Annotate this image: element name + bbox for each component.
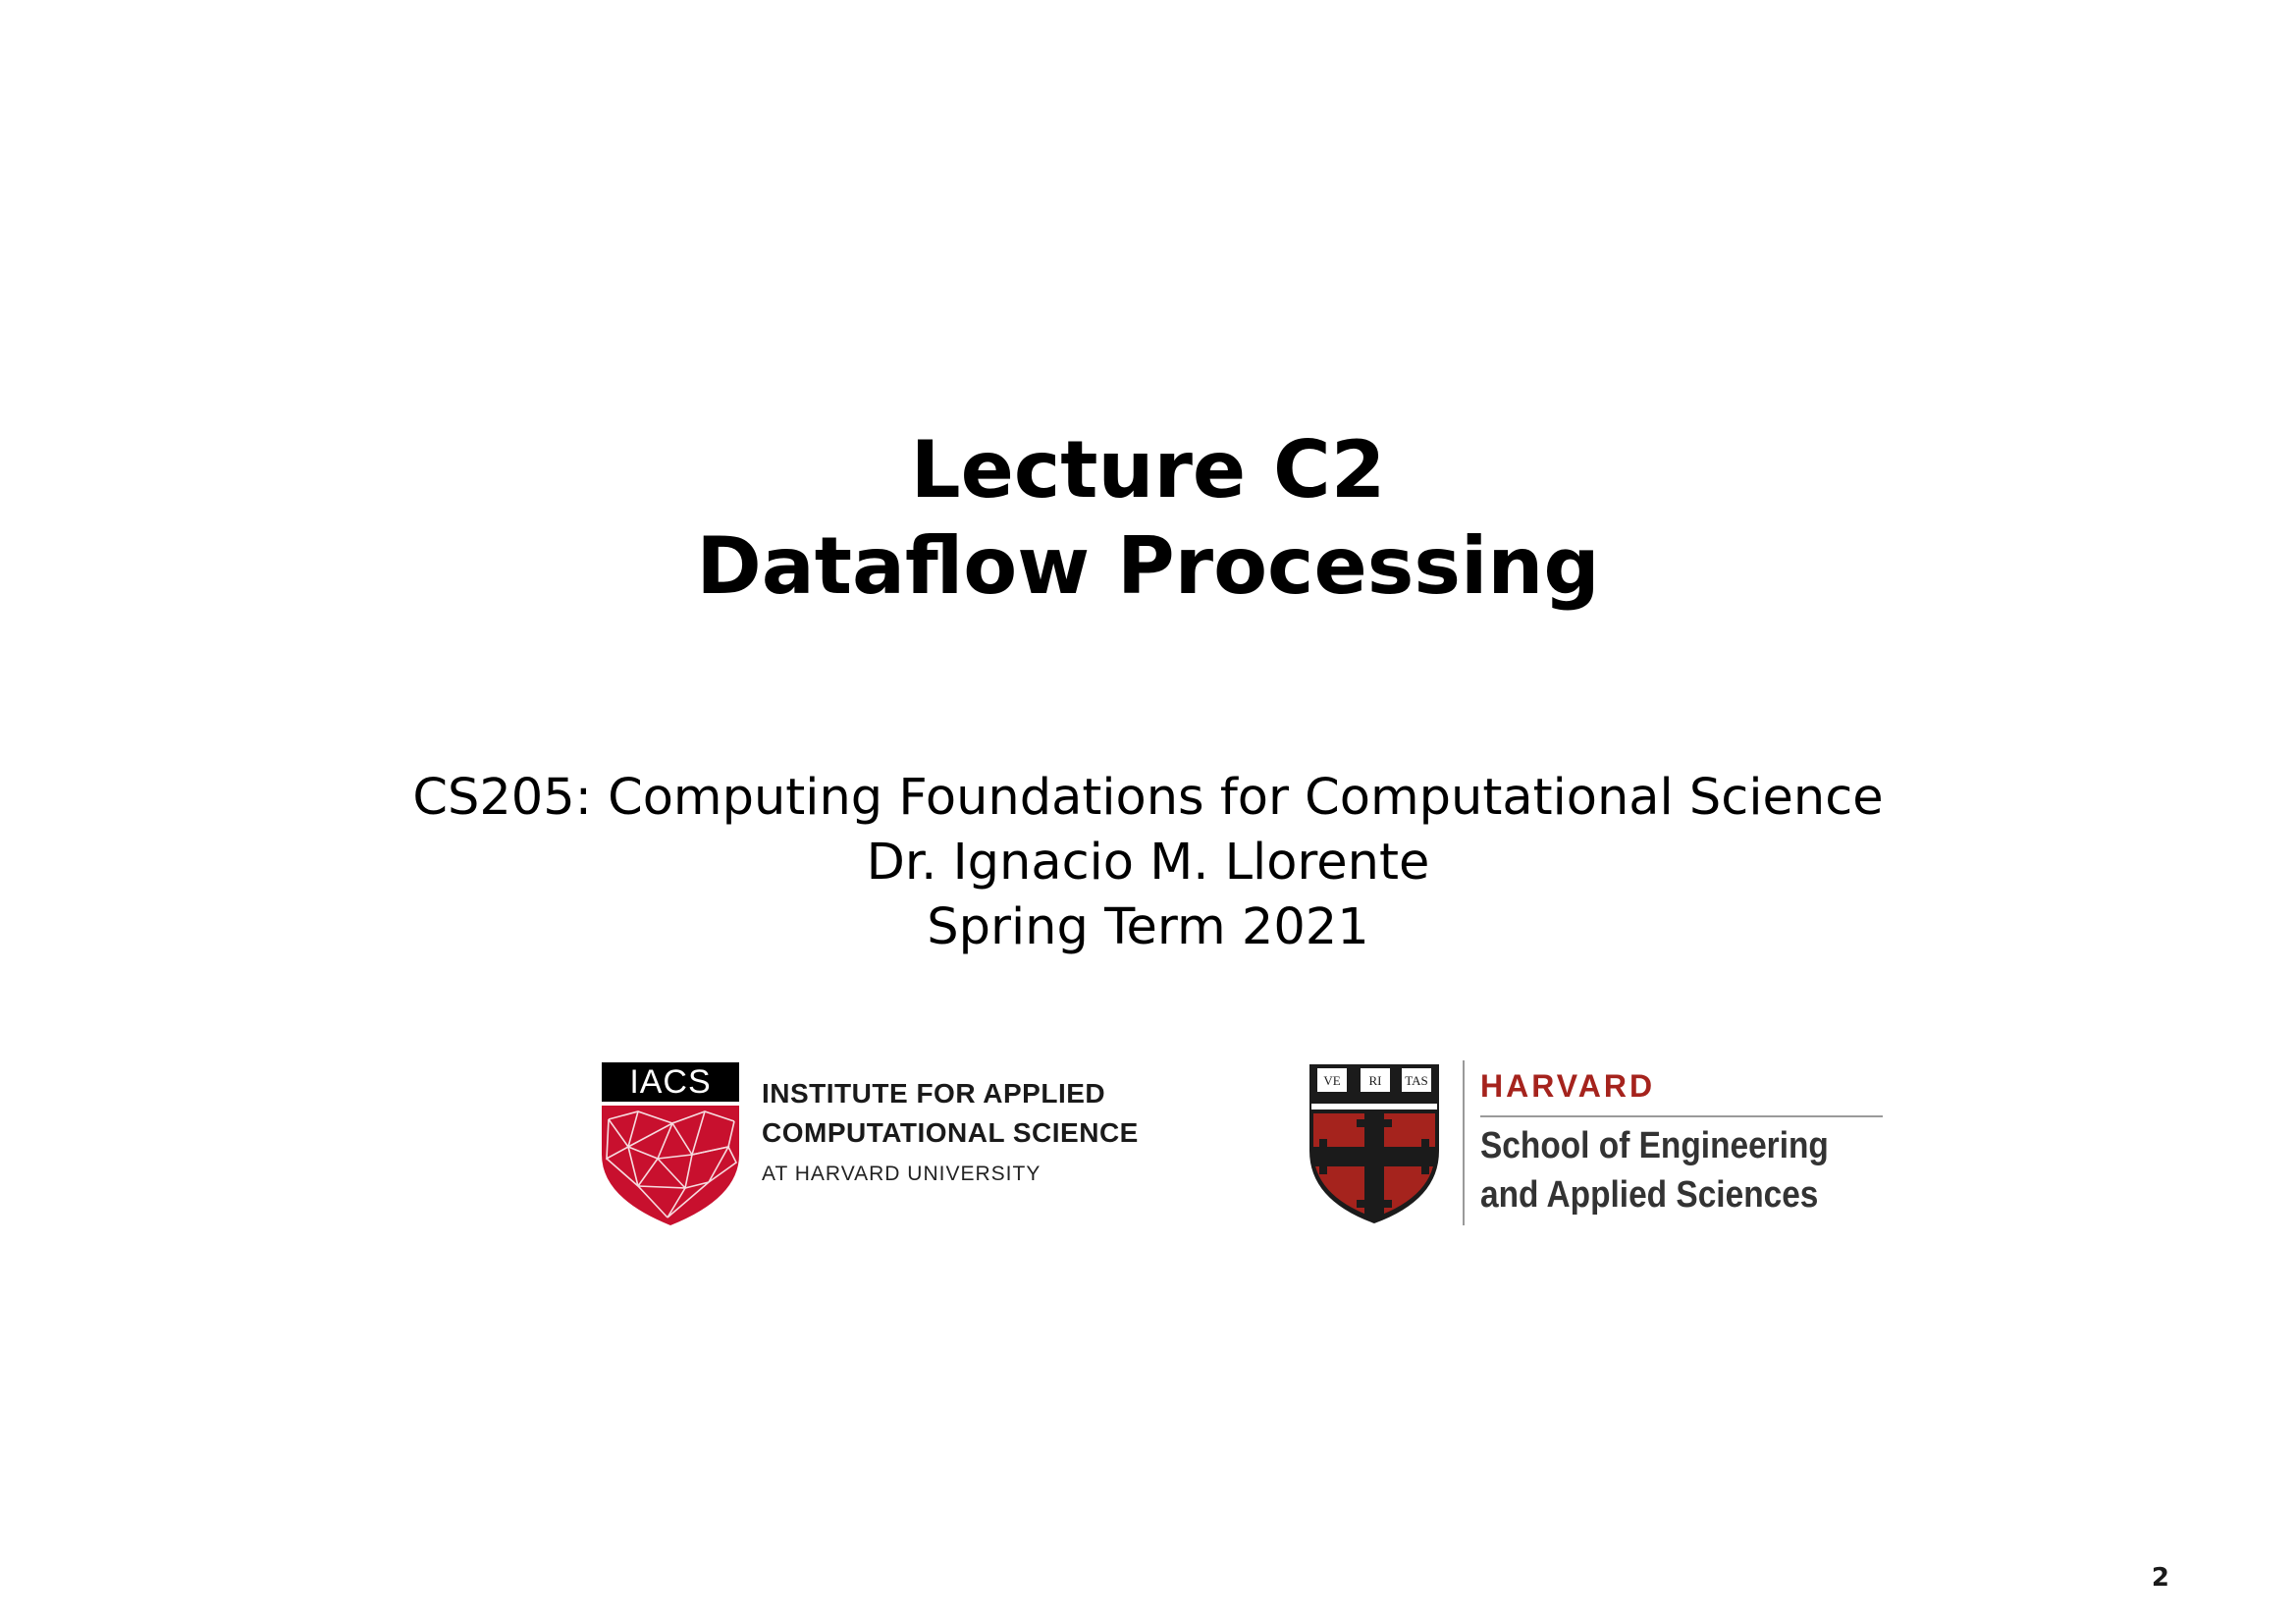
- svg-text:TAS: TAS: [1405, 1073, 1428, 1088]
- slide-title-line-2: Dataflow Processing: [696, 520, 1600, 612]
- svg-text:VE: VE: [1323, 1073, 1340, 1088]
- title-block: Lecture C2 Dataflow Processing: [0, 422, 2296, 615]
- harvard-shield-icon: VE RI TAS: [1309, 1064, 1439, 1223]
- iacs-name-line-3: AT HARVARD UNIVERSITY: [762, 1163, 1041, 1185]
- seas-divider: [1463, 1060, 1465, 1225]
- svg-text:RI: RI: [1369, 1073, 1382, 1088]
- subtitle-block: CS205: Computing Foundations for Computa…: [0, 766, 2296, 960]
- iacs-logo: IACS INSTITUTE FOR APPLIED COMPUTATIONAL…: [599, 1060, 1198, 1227]
- term: Spring Term 2021: [927, 898, 1369, 956]
- slide-title-line-1: Lecture C2: [910, 424, 1386, 515]
- instructor-name: Dr. Ignacio M. Llorente: [866, 834, 1430, 892]
- iacs-name-line-2: COMPUTATIONAL SCIENCE: [762, 1117, 1139, 1148]
- svg-text:IACS: IACS: [629, 1063, 711, 1101]
- page-number: 2: [2151, 1563, 2169, 1593]
- seas-name-line-1: School of Engineering: [1480, 1125, 1829, 1166]
- harvard-seas-logo: VE RI TAS HARVARD School of Engineering …: [1306, 1060, 1885, 1227]
- iacs-shield-icon: IACS: [602, 1062, 739, 1225]
- iacs-name-line-1: INSTITUTE FOR APPLIED: [762, 1078, 1106, 1109]
- seas-rule: [1480, 1115, 1883, 1117]
- seas-name-line-2: and Applied Sciences: [1480, 1174, 1819, 1216]
- slide: Lecture C2 Dataflow Processing CS205: Co…: [0, 0, 2296, 1624]
- course-name: CS205: Computing Foundations for Computa…: [412, 769, 1884, 827]
- seas-heading: HARVARD: [1480, 1068, 1656, 1104]
